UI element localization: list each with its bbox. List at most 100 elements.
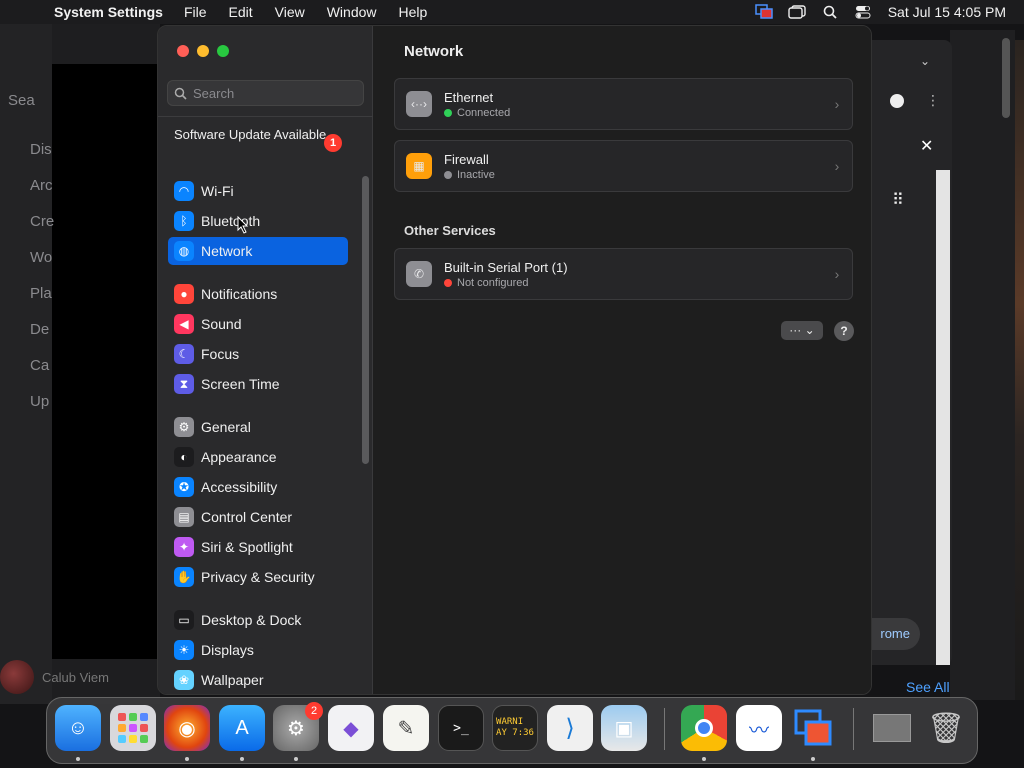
vscode-icon[interactable]: ⟩	[547, 705, 593, 751]
system-settings-dock-icon[interactable]: ⚙ 2	[273, 702, 323, 751]
menubar-clock[interactable]: Sat Jul 15 4:05 PM	[880, 4, 1024, 20]
sidebar-item-label: Displays	[201, 642, 254, 658]
sidebar-item-screen-time[interactable]: ⧗ Screen Time	[168, 370, 348, 398]
chevron-down-icon[interactable]: ⌄	[920, 54, 930, 68]
sidebar-item-label: Focus	[201, 346, 240, 362]
dock-icon: ▭	[174, 610, 194, 630]
minimize-window-button[interactable]	[197, 45, 209, 57]
sidebar-item-wallpaper[interactable]: ❀ Wallpaper	[168, 666, 348, 694]
sidebar-item-network[interactable]: ◍ Network	[168, 237, 348, 265]
minimized-window-icon[interactable]	[869, 705, 915, 751]
help-button[interactable]: ?	[834, 321, 854, 341]
chevron-right-icon: ›	[834, 266, 840, 282]
sidebar-item-wi-fi[interactable]: ◠ Wi-Fi	[168, 177, 348, 205]
sidebar-item-general[interactable]: ⚙ General	[168, 413, 348, 441]
sidebar-scrollbar[interactable]	[362, 176, 369, 464]
menu-edit[interactable]: Edit	[218, 4, 264, 20]
chrome-icon[interactable]	[681, 705, 727, 751]
visual-studio-icon[interactable]: ◆	[328, 705, 374, 751]
status-dot-icon	[444, 170, 452, 179]
sidebar-item-desktop-dock[interactable]: ▭ Desktop & Dock	[168, 606, 348, 634]
freeform-icon[interactable]: 〰	[736, 705, 782, 751]
search-icon	[174, 87, 187, 100]
menu-window[interactable]: Window	[316, 4, 388, 20]
search-input[interactable]	[193, 85, 343, 101]
background-item: Up	[30, 393, 50, 410]
background-item: Pla	[30, 285, 52, 302]
more-vertical-icon[interactable]: ⋮	[926, 92, 940, 109]
control-center-icon: ▤	[174, 507, 194, 527]
sidebar-item-control-center[interactable]: ▤ Control Center	[168, 503, 348, 531]
sidebar-item-sound[interactable]: ◀ Sound	[168, 310, 348, 338]
settings-badge: 2	[305, 702, 323, 720]
service-status: Inactive	[444, 169, 822, 181]
apps-grid-icon[interactable]: ⠿	[892, 190, 904, 210]
service-status: Connected	[444, 107, 822, 119]
sidebar-item-displays[interactable]: ☀ Displays	[168, 636, 348, 664]
service-row-firewall[interactable]: ▦ Firewall Inactive ›	[394, 140, 853, 192]
screen-sharing-icon[interactable]	[790, 705, 836, 751]
service-row-built-in-serial-port-1[interactable]: ✆ Built-in Serial Port (1) Not configured ›	[394, 248, 853, 300]
sidebar-item-label: Siri & Spotlight	[201, 539, 293, 555]
sidebar-item-siri-spotlight[interactable]: ✦ Siri & Spotlight	[168, 533, 348, 561]
spotlight-icon[interactable]	[814, 0, 847, 24]
background-pill-button[interactable]: rome	[868, 618, 920, 650]
textedit-icon[interactable]: ✎	[383, 705, 429, 751]
service-row-ethernet[interactable]: ‹··› Ethernet Connected ›	[394, 78, 853, 130]
control-center-toggle-icon[interactable]	[847, 0, 880, 24]
moon-icon: ☾	[174, 344, 194, 364]
finder-icon[interactable]: ☺	[55, 705, 101, 751]
background-item: Cre	[30, 213, 55, 230]
menu-file[interactable]: File	[173, 4, 218, 20]
hourglass-icon: ⧗	[174, 374, 194, 394]
sidebar-item-label: Wallpaper	[201, 672, 264, 688]
menu-help[interactable]: Help	[388, 4, 439, 20]
dock: ☺ ◉ A ⚙ 2 ◆ ✎ >_ WARNI AY 7:36 ⟩ ▣ 〰 🗑	[46, 697, 978, 764]
update-count-badge: 1	[324, 134, 342, 152]
preview-icon[interactable]: ▣	[601, 705, 647, 751]
sidebar-item-label: Wi-Fi	[201, 183, 234, 199]
background-item: Arc	[30, 177, 53, 194]
display-icon: ☀	[174, 640, 194, 660]
sidebar-item-label: Desktop & Dock	[201, 612, 302, 628]
firewall-icon: ▦	[406, 153, 432, 179]
service-status-text: Connected	[457, 106, 511, 119]
app-menu[interactable]: System Settings	[52, 4, 173, 20]
accessibility-icon: ✪	[174, 477, 194, 497]
globe-icon: ◍	[174, 241, 194, 261]
launchpad-icon[interactable]	[110, 705, 156, 751]
sidebar-item-label: Accessibility	[201, 479, 278, 495]
terminal-icon[interactable]: >_	[438, 705, 484, 751]
background-search-label: Sea	[8, 92, 35, 109]
sidebar-item-bluetooth[interactable]: ᛒ Bluetooth	[168, 207, 348, 235]
sidebar-item-appearance[interactable]: ◐ Appearance	[168, 443, 348, 471]
screen-share-icon[interactable]	[748, 0, 781, 24]
sidebar-item-accessibility[interactable]: ✪ Accessibility	[168, 473, 348, 501]
page-title: Network	[404, 43, 464, 60]
menu-view[interactable]: View	[264, 4, 316, 20]
chevron-right-icon: ›	[834, 158, 840, 174]
window-switch-icon[interactable]	[781, 0, 814, 24]
sidebar-item-notifications[interactable]: ● Notifications	[168, 280, 348, 308]
console-icon[interactable]: WARNI AY 7:36	[492, 705, 538, 751]
gear-icon: ⚙	[174, 417, 194, 437]
background-user: Calub Viem	[0, 660, 109, 694]
zoom-window-button[interactable]	[217, 45, 229, 57]
see-all-link[interactable]: See All	[906, 679, 950, 695]
close-icon[interactable]: ✕	[920, 136, 933, 156]
app-store-icon[interactable]: A	[219, 705, 265, 751]
sidebar-item-label: Sound	[201, 316, 242, 332]
service-name: Ethernet	[444, 89, 494, 105]
trash-icon[interactable]: 🗑	[923, 705, 969, 751]
firefox-icon[interactable]: ◉	[164, 705, 210, 751]
close-window-button[interactable]	[177, 45, 189, 57]
service-status-text: Inactive	[457, 168, 495, 181]
more-actions-button[interactable]: ··· ⌄	[781, 321, 823, 340]
appearance-icon: ◐	[174, 447, 194, 467]
background-window-left: Sea Dis Arc Cre Wo Pla De Ca Up	[0, 24, 160, 704]
ethernet-icon: ‹··›	[406, 91, 432, 117]
sidebar-item-privacy-security[interactable]: ✋ Privacy & Security	[168, 563, 348, 591]
person-icon[interactable]	[890, 94, 904, 108]
search-field[interactable]	[167, 80, 364, 106]
sidebar-item-focus[interactable]: ☾ Focus	[168, 340, 348, 368]
